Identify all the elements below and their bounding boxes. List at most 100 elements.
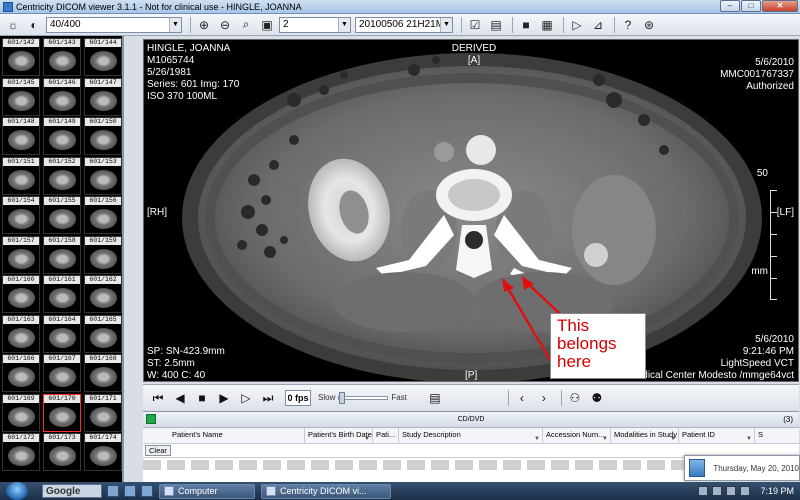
image-counter-select[interactable]: 40/400 ▼	[46, 16, 182, 33]
thumbnail[interactable]: 601/145	[2, 77, 40, 116]
thumbnail[interactable]: 601/167	[43, 354, 81, 392]
maximize-button[interactable]: □	[741, 0, 761, 12]
network-icon[interactable]	[726, 486, 737, 496]
add-person-icon[interactable]: ⚉	[588, 389, 606, 407]
layout-select[interactable]: 2 ▼	[279, 16, 351, 33]
thumbnail[interactable]: 601/163	[2, 314, 40, 353]
close-button[interactable]: ✕	[762, 0, 798, 12]
black-square-icon[interactable]: ■	[517, 16, 535, 34]
filter-icon[interactable]: ▼	[746, 432, 752, 444]
column-header[interactable]: Patient's Name	[143, 427, 305, 444]
volume-icon[interactable]	[740, 486, 751, 496]
invert-icon[interactable]: ◐	[25, 16, 43, 34]
thumbnail[interactable]: 601/170	[43, 393, 81, 432]
cd-dvd-header[interactable]: CD/DVD (3)	[143, 412, 799, 428]
thumbnail[interactable]: 601/165	[84, 314, 122, 353]
zoom-in-icon[interactable]: ⊕	[195, 16, 213, 34]
column-header[interactable]: Patient ID ▼	[679, 427, 755, 444]
next-icon[interactable]: ▷	[237, 389, 255, 407]
thumbnail[interactable]: 601/143	[43, 38, 81, 76]
window-controls: – □ ✕	[719, 0, 798, 13]
first-frame-icon[interactable]: ⏮	[149, 389, 167, 407]
speed-slider[interactable]	[338, 391, 389, 404]
clipboard-icon[interactable]: ▤	[426, 389, 444, 407]
google-search-box[interactable]: Google	[42, 484, 102, 498]
chevron-left-icon[interactable]: ‹	[513, 389, 531, 407]
taskbar-clock[interactable]: 7:19 PM	[760, 486, 794, 496]
thumbnail-label: 601/161	[44, 276, 80, 284]
tray-icon[interactable]	[712, 486, 723, 496]
thumbnail[interactable]: 601/149	[43, 117, 81, 155]
report-icon[interactable]: ☑	[466, 16, 484, 34]
thumbnail-image	[90, 169, 117, 190]
thumbnail[interactable]: 601/142	[2, 38, 40, 76]
thumbnail[interactable]: 601/151	[2, 156, 40, 195]
column-header[interactable]: Modalities in Study ▼	[611, 427, 679, 444]
thumbnail[interactable]: 601/164	[43, 314, 81, 353]
stop-icon[interactable]: ■	[193, 389, 211, 407]
thumbnail[interactable]: 601/157	[2, 235, 40, 274]
filter-icon[interactable]: ▼	[670, 432, 676, 444]
slider-knob[interactable]	[339, 391, 346, 404]
column-header[interactable]: S	[755, 428, 799, 444]
taskbar-item-dicom[interactable]: Centricity DICOM vi...	[261, 483, 391, 499]
previous-icon[interactable]: ◀	[171, 389, 189, 407]
thumbnail[interactable]: 601/172	[2, 433, 40, 471]
brightness-icon[interactable]: ☼	[4, 16, 22, 34]
column-header[interactable]: Accession Num... ▼	[543, 427, 611, 444]
people-icon[interactable]: ⚇	[566, 389, 584, 407]
thumbnail[interactable]: 601/173	[43, 433, 81, 471]
clear-button[interactable]: Clear	[145, 445, 171, 456]
series-select[interactable]: 20100506 21H21M ▼	[355, 16, 453, 33]
quicklaunch-icon[interactable]	[107, 485, 119, 497]
column-header[interactable]: Study Description ▼	[399, 427, 543, 444]
image-viewport[interactable]: HINGLE, JOANNA M1065744 5/26/1981 Series…	[143, 39, 799, 382]
thumbnail[interactable]: 601/161	[43, 275, 81, 313]
quicklaunch-icon[interactable]	[141, 485, 153, 497]
scale-unit: mm	[751, 266, 768, 277]
export-icon[interactable]: ▤	[487, 16, 505, 34]
filter-icon[interactable]: ▼	[602, 432, 608, 444]
thumbnail[interactable]: 601/148	[2, 117, 40, 155]
thumbnail-image	[8, 169, 35, 190]
thumbnail[interactable]: 601/156	[84, 196, 122, 234]
thumbnail[interactable]: 601/153	[84, 156, 122, 195]
thumbnail[interactable]: 601/144	[84, 38, 122, 76]
thumbnail[interactable]: 601/147	[84, 77, 122, 116]
tray-icon[interactable]	[698, 486, 709, 496]
thumbnail[interactable]: 601/169	[2, 393, 40, 432]
column-header[interactable]: Pati...	[373, 427, 399, 444]
last-frame-icon[interactable]: ⏭	[259, 389, 277, 407]
thumbnail[interactable]: 601/146	[43, 77, 81, 116]
thumbnail[interactable]: 601/168	[84, 354, 122, 392]
magnify-icon[interactable]: ⌕	[237, 16, 255, 34]
grid-icon[interactable]: ▦	[538, 16, 556, 34]
thumbnail[interactable]: 601/166	[2, 354, 40, 392]
thumbnail[interactable]: 601/162	[84, 275, 122, 313]
start-button[interactable]	[6, 482, 28, 500]
thumbnail[interactable]: 601/160	[2, 275, 40, 313]
quicklaunch-icon[interactable]	[124, 485, 136, 497]
thumbnail[interactable]: 601/152	[43, 156, 81, 195]
help-icon[interactable]: ?	[619, 16, 637, 34]
play-icon[interactable]: ▶	[215, 389, 233, 407]
thumbnail-image	[49, 248, 76, 269]
thumbnail[interactable]: 601/159	[84, 235, 122, 274]
column-header[interactable]: Patient's Birth Date ▼	[305, 427, 373, 444]
thumbnail[interactable]: 601/155	[43, 196, 81, 234]
thumbnail[interactable]: 601/150	[84, 117, 122, 155]
chevron-right-icon[interactable]: ›	[535, 389, 553, 407]
zoom-out-icon[interactable]: ⊖	[216, 16, 234, 34]
thumbnail[interactable]: 601/171	[84, 393, 122, 432]
ge-logo-icon[interactable]: ⊛	[640, 16, 658, 34]
taskbar-item-computer[interactable]: Computer	[159, 483, 255, 499]
cursor-arrow-icon[interactable]: ▷	[568, 16, 586, 34]
measure-icon[interactable]: ⊿	[589, 16, 607, 34]
filter-icon[interactable]: ▼	[364, 432, 370, 444]
zoom-fit-icon[interactable]: ▣	[258, 16, 276, 34]
thumbnail[interactable]: 601/154	[2, 196, 40, 234]
minimize-button[interactable]: –	[720, 0, 740, 12]
filter-icon[interactable]: ▼	[534, 432, 540, 444]
thumbnail[interactable]: 601/158	[43, 235, 81, 274]
thumbnail[interactable]: 601/174	[84, 433, 122, 471]
